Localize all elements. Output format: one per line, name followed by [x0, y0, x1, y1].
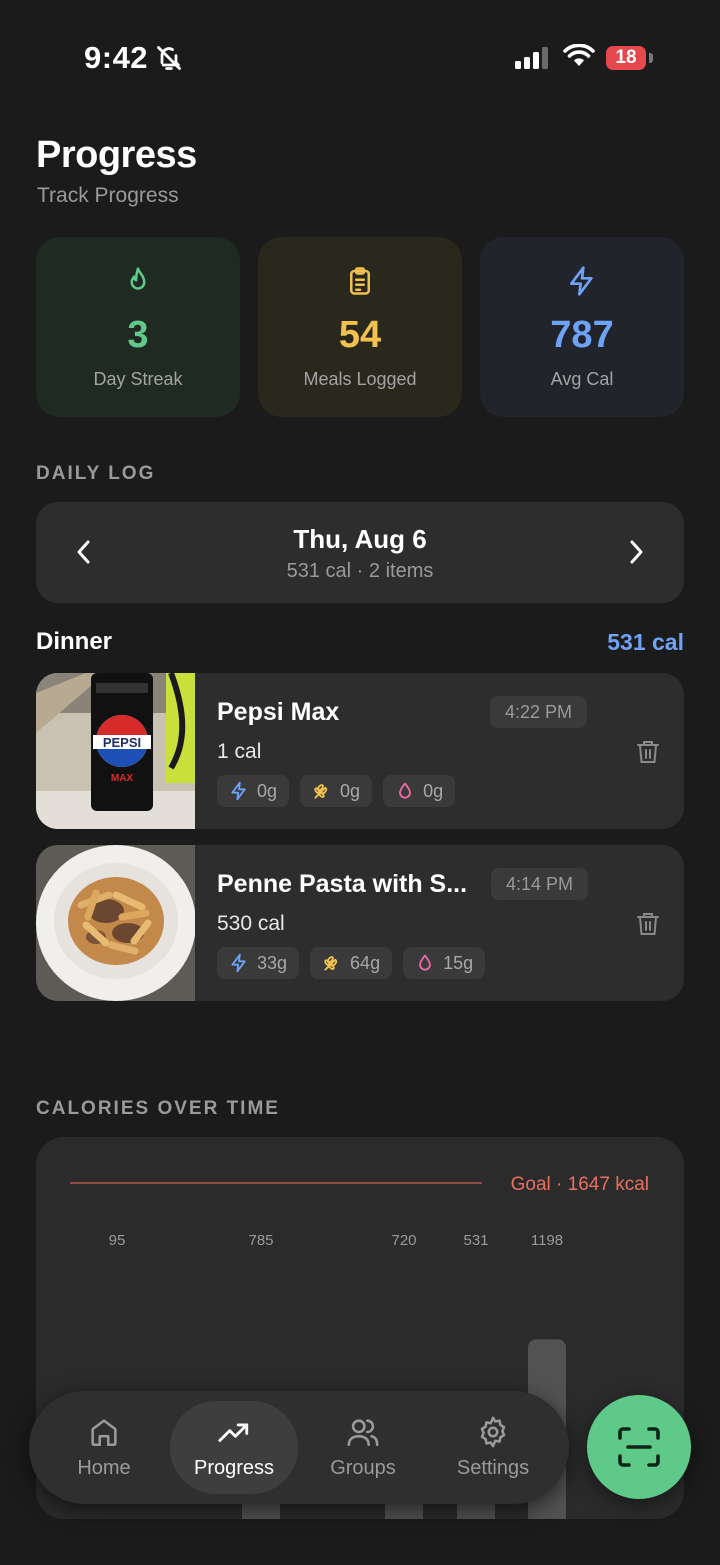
delete-item-button[interactable]	[636, 739, 660, 770]
status-time: 9:42	[84, 40, 149, 75]
carbs-chip: 64g	[310, 947, 393, 979]
day-summary: 531 cal · 2 items	[286, 560, 434, 582]
cellular-signal-icon	[515, 47, 551, 74]
wifi-icon	[563, 43, 595, 73]
carbs-value: 0g	[340, 780, 361, 801]
wheat-icon	[324, 956, 338, 971]
tab-label: Progress	[193, 1457, 275, 1479]
fat-chip: 15g	[403, 947, 486, 979]
meal-heading: Dinner	[36, 628, 113, 655]
stat-value: 787	[550, 314, 614, 356]
droplet-icon	[419, 954, 432, 971]
food-photo	[36, 845, 196, 1001]
food-time: 4:22 PM	[490, 696, 588, 728]
lightning-icon	[480, 265, 684, 297]
food-photo: PEPSI MAX	[36, 673, 195, 829]
food-item-card[interactable]: Penne Pasta with S... 4:14 PM 530 cal 33…	[36, 845, 684, 1001]
wheat-icon	[314, 784, 328, 799]
trending-up-icon	[170, 1415, 298, 1449]
food-time: 4:14 PM	[491, 868, 589, 900]
chart-value-label: 720	[391, 1232, 416, 1249]
chart-value-label: 785	[248, 1232, 273, 1249]
fat-value: 15g	[443, 952, 474, 973]
tab-groups[interactable]: Groups	[299, 1401, 427, 1494]
protein-value: 33g	[257, 952, 288, 973]
chart-value-label: 95	[109, 1232, 126, 1249]
protein-value: 0g	[257, 780, 278, 801]
clipboard-icon	[258, 265, 462, 297]
delete-item-button[interactable]	[636, 911, 660, 942]
food-item-card[interactable]: PEPSI MAX Pepsi Max 4:22 PM 1 cal 0g 0g …	[36, 673, 684, 829]
food-calories: 530 cal	[217, 912, 285, 935]
stat-card-avg-cal: 787 Avg Cal	[480, 237, 684, 417]
page-title: Progress	[36, 134, 197, 176]
carbs-value: 64g	[350, 952, 381, 973]
food-name: Pepsi Max	[217, 698, 340, 726]
stat-card-streak: 3 Day Streak	[36, 237, 240, 417]
bottom-tab-bar: Home Progress Groups Settings	[29, 1391, 569, 1504]
gear-icon	[429, 1415, 557, 1449]
scan-icon	[618, 1427, 660, 1467]
protein-chip: 0g	[217, 775, 290, 807]
stat-label: Day Streak	[93, 369, 183, 389]
stat-label: Avg Cal	[550, 369, 614, 389]
goal-label: Goal · 1647 kcal	[511, 1174, 649, 1195]
users-icon	[299, 1415, 427, 1449]
lightning-icon	[231, 781, 246, 801]
stat-label: Meals Logged	[303, 369, 417, 389]
carbs-chip: 0g	[300, 775, 373, 807]
home-icon	[40, 1415, 168, 1449]
chevron-right-icon	[630, 540, 643, 564]
fat-value: 0g	[423, 780, 444, 801]
chart-value-label: 531	[463, 1232, 488, 1249]
battery-cap	[649, 53, 653, 63]
battery-icon: 18	[606, 46, 646, 70]
tab-label: Settings	[456, 1457, 530, 1479]
next-day-button[interactable]	[618, 534, 654, 570]
tab-settings[interactable]: Settings	[429, 1401, 557, 1494]
food-name: Penne Pasta with S...	[217, 870, 468, 898]
svg-text:MAX: MAX	[111, 773, 134, 784]
stat-value: 3	[127, 314, 149, 356]
chart-value-label: 1198	[531, 1232, 563, 1249]
flame-icon	[36, 265, 240, 297]
meal-calories: 531 cal	[607, 629, 684, 655]
lightning-icon	[231, 953, 246, 973]
tab-progress[interactable]: Progress	[170, 1401, 298, 1494]
droplet-icon	[399, 782, 411, 799]
tab-label: Groups	[330, 1457, 396, 1479]
daily-log-heading: DAILY LOG	[36, 463, 156, 484]
calories-chart-heading: CALORIES OVER TIME	[36, 1098, 280, 1119]
page-subtitle: Track Progress	[37, 184, 179, 207]
protein-chip: 33g	[217, 947, 300, 979]
silent-bell-icon	[155, 44, 183, 77]
stat-card-meals: 54 Meals Logged	[258, 237, 462, 417]
trash-icon	[637, 741, 659, 763]
tab-home[interactable]: Home	[40, 1401, 168, 1494]
stat-value: 54	[338, 314, 382, 356]
fat-chip: 0g	[383, 775, 456, 807]
date-navigator: Thu, Aug 6 531 cal · 2 items	[36, 502, 684, 603]
trash-icon	[637, 913, 659, 935]
tab-label: Home	[77, 1457, 131, 1479]
scan-food-button[interactable]	[587, 1395, 691, 1499]
svg-text:PEPSI: PEPSI	[103, 735, 141, 750]
current-date: Thu, Aug 6	[293, 524, 427, 554]
food-calories: 1 cal	[217, 740, 262, 763]
